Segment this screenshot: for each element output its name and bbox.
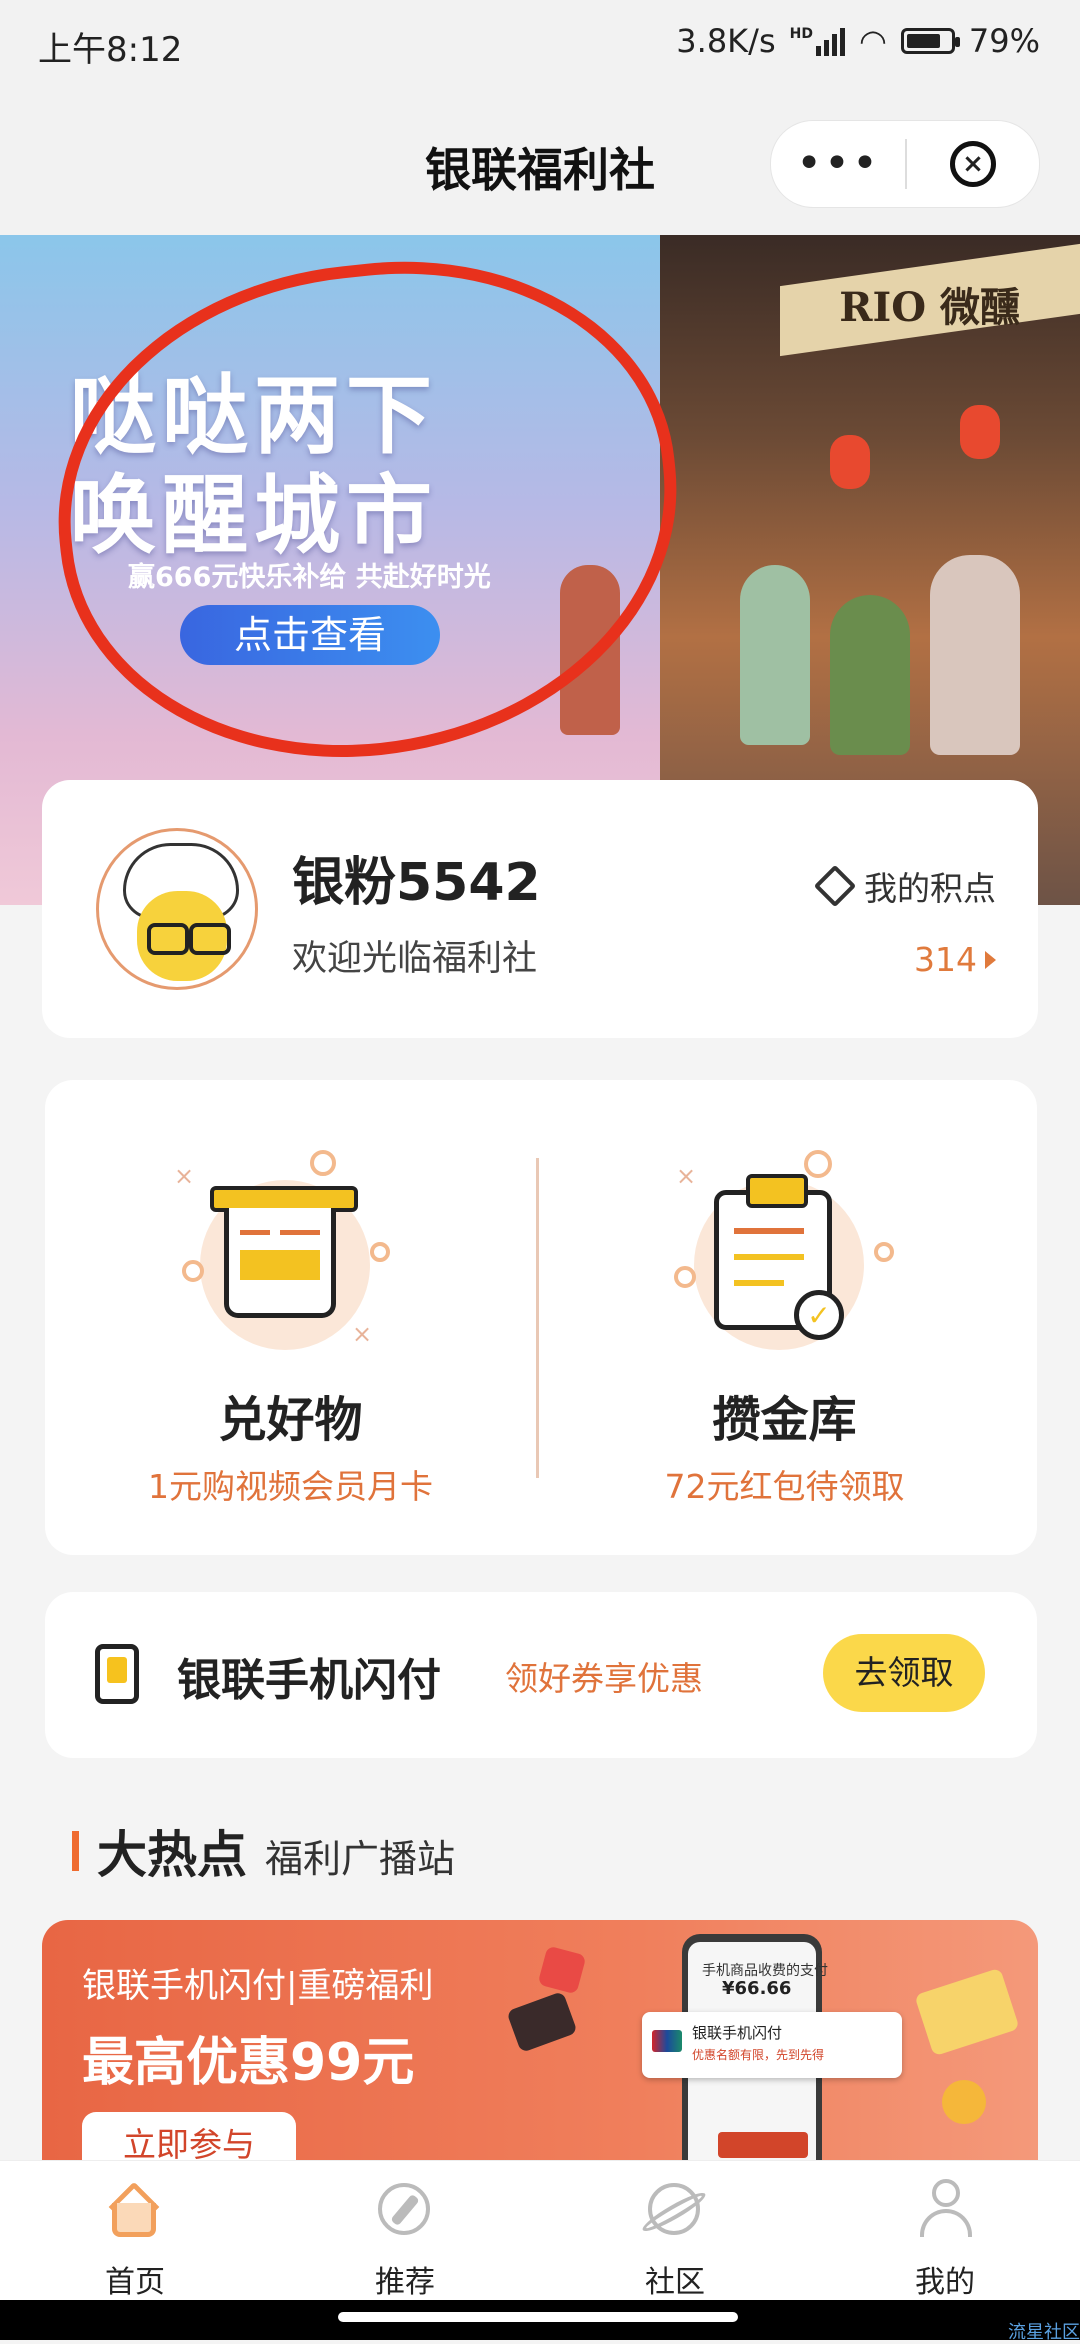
join-now-button[interactable]: 立即参与 <box>82 2112 296 2160</box>
mini-program-capsule: ••• × <box>770 120 1040 208</box>
mock-price: ¥66.66 <box>722 1978 792 1999</box>
mock-card-title: 银联手机闪付 <box>692 2024 783 2042</box>
tab-label: 推荐 <box>375 2265 435 2300</box>
user-name: 银粉5542 <box>292 853 541 913</box>
flash-pay-title: 银联手机闪付 <box>177 1655 441 1706</box>
mock-card-desc: 优惠名额有限，先到先得 <box>692 2048 825 2062</box>
profile-icon <box>920 2179 972 2239</box>
mock-header: 手机商品收费的支付 <box>702 1963 828 1979</box>
arrow-right-icon <box>985 950 996 969</box>
tab-label: 社区 <box>645 2265 705 2300</box>
feature-subtitle: 1元购视频会员月卡 <box>148 1467 433 1506</box>
watermark: 流星社区 <box>1008 2322 1080 2343</box>
tab-profile[interactable]: 我的 <box>810 2161 1080 2301</box>
claim-button[interactable]: 去领取 <box>823 1634 985 1712</box>
clipboard-check-icon: × ✓ <box>674 1150 894 1360</box>
section-header: 大热点 福利广播站 <box>72 1815 455 1887</box>
tab-recommend[interactable]: 推荐 <box>270 2161 540 2301</box>
feature-subtitle: 72元红包待领取 <box>664 1467 905 1506</box>
battery-percent: 79% <box>968 22 1040 60</box>
home-indicator[interactable] <box>338 2312 738 2322</box>
feature-card: × × 兑好物 1元购视频会员月卡 × ✓ 攒金库 72元红包待领取 <box>45 1080 1037 1555</box>
phone-pay-icon <box>95 1644 139 1704</box>
close-circle-icon: × <box>950 141 996 187</box>
network-speed: 3.8K/s <box>676 22 776 60</box>
points-label: 我的积点 <box>864 869 996 908</box>
feature-title: 攒金库 <box>712 1392 857 1448</box>
signal-icon: HD <box>790 26 845 56</box>
tab-community[interactable]: 社区 <box>540 2161 810 2301</box>
system-nav-bar <box>0 2300 1080 2340</box>
ticket-icon: × × <box>174 1150 400 1360</box>
flash-pay-desc: 领好券享优惠 <box>505 1659 703 1698</box>
tab-label: 首页 <box>105 2265 165 2300</box>
unionpay-logo-icon <box>652 2030 682 2052</box>
compass-icon <box>378 2183 430 2235</box>
wifi-icon: ◠ <box>858 22 887 60</box>
status-bar: 上午8:12 3.8K/s HD ◠ 79% <box>0 0 1080 90</box>
feature-gold-vault[interactable]: × ✓ 攒金库 72元红包待领取 <box>539 1080 1030 1555</box>
mock-pay-button <box>718 2132 808 2158</box>
points-value: 314 <box>914 940 977 979</box>
promo-line-2: 最高优惠99元 <box>82 2033 415 2093</box>
close-button[interactable]: × <box>907 141 1039 187</box>
my-points-link[interactable]: 我的积点 <box>813 862 996 910</box>
tab-label: 我的 <box>915 2265 975 2300</box>
navbar: 银联福利社 ••• × <box>0 90 1080 235</box>
feature-title: 兑好物 <box>218 1392 363 1448</box>
mock-payment-card: 银联手机闪付 优惠名额有限，先到先得 <box>642 2012 902 2078</box>
feature-exchange-goods[interactable]: × × 兑好物 1元购视频会员月卡 <box>45 1080 536 1555</box>
status-right: 3.8K/s HD ◠ 79% <box>676 22 1040 60</box>
bottom-tab-bar: 首页 推荐 社区 我的 <box>0 2160 1080 2301</box>
banner-sign: RIO 微醺 <box>839 284 1020 331</box>
section-accent-bar <box>72 1831 79 1871</box>
status-time: 上午8:12 <box>38 30 183 70</box>
diamond-icon <box>813 864 857 908</box>
planet-icon <box>639 2183 709 2237</box>
network-type-label: HD <box>789 26 813 42</box>
avatar[interactable] <box>96 828 258 990</box>
flash-pay-row[interactable]: 银联手机闪付 领好券享优惠 去领取 <box>45 1592 1037 1758</box>
home-icon <box>108 2181 160 2237</box>
points-value-link[interactable]: 314 <box>914 940 996 979</box>
tab-home[interactable]: 首页 <box>0 2161 270 2301</box>
promo-line-1: 银联手机闪付|重磅福利 <box>82 1966 434 2006</box>
user-greeting: 欢迎光临福利社 <box>292 939 538 979</box>
promo-banner[interactable]: 银联手机闪付|重磅福利 最高优惠99元 立即参与 手机商品收费的支付 ¥66.6… <box>42 1920 1038 2160</box>
battery-icon <box>900 28 960 54</box>
section-title: 大热点 <box>97 1826 247 1884</box>
section-subtitle: 福利广播站 <box>265 1837 456 1881</box>
user-card: 银粉5542 欢迎光临福利社 我的积点 314 <box>42 780 1038 1038</box>
more-icon[interactable]: ••• <box>771 142 905 186</box>
